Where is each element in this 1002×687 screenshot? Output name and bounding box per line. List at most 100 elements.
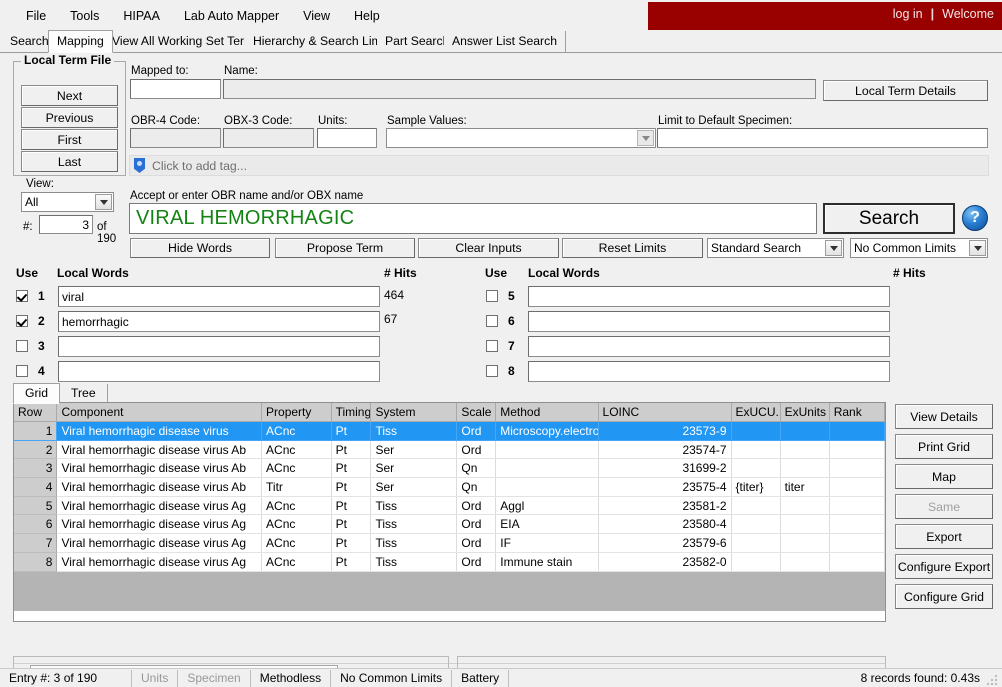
mapped-to-label: Mapped to: bbox=[131, 65, 189, 77]
menu-item-tools[interactable]: Tools bbox=[58, 7, 111, 25]
limit-default-specimen-input[interactable] bbox=[657, 128, 988, 148]
status-no-common-limits[interactable]: No Common Limits bbox=[331, 669, 453, 687]
menu-item-view[interactable]: View bbox=[291, 7, 342, 25]
propose-term-button[interactable]: Propose Term bbox=[275, 238, 415, 258]
clear-inputs-button[interactable]: Clear Inputs bbox=[418, 238, 559, 258]
local-term-details-button[interactable]: Local Term Details bbox=[823, 80, 988, 101]
local-words-header-right: Local Words bbox=[528, 266, 600, 280]
col-exucum[interactable]: ExUCU... bbox=[731, 403, 781, 422]
status-specimen[interactable]: Specimen bbox=[178, 669, 251, 687]
local-word-row-2: 2 hemorrhagic bbox=[14, 311, 384, 333]
table-row[interactable]: 1 Viral hemorrhagic disease virus ACnc Pt Ti… bbox=[14, 421, 885, 441]
tab-tree[interactable]: Tree bbox=[60, 384, 108, 403]
search-button[interactable]: Search bbox=[823, 203, 955, 234]
name-input[interactable] bbox=[223, 79, 816, 99]
configure-grid-button[interactable]: Configure Grid bbox=[895, 584, 993, 609]
last-button[interactable]: Last bbox=[21, 151, 118, 172]
cell-property: ACnc bbox=[261, 421, 332, 441]
map-button[interactable]: Map bbox=[895, 464, 993, 489]
col-property[interactable]: Property bbox=[261, 403, 332, 422]
next-button[interactable]: Next bbox=[21, 85, 118, 106]
local-word-input-3[interactable] bbox=[58, 336, 380, 357]
mapped-to-input[interactable] bbox=[130, 79, 221, 99]
local-word-input-8[interactable] bbox=[528, 361, 890, 382]
menu-bar: File Tools HIPAA Lab Auto Mapper View He… bbox=[0, 5, 648, 27]
use-checkbox-8[interactable] bbox=[486, 365, 498, 377]
tab-grid[interactable]: Grid bbox=[13, 383, 61, 404]
previous-button[interactable]: Previous bbox=[21, 107, 118, 128]
col-component[interactable]: Component bbox=[56, 403, 263, 422]
table-row[interactable]: 4 Viral hemorrhagic disease virus Ab Titr P… bbox=[14, 477, 885, 497]
local-word-input-2[interactable]: hemorrhagic bbox=[58, 311, 380, 332]
common-limits-select[interactable]: No Common Limits bbox=[850, 238, 988, 258]
table-row[interactable]: 8 Viral hemorrhagic disease virus Ag ACnc P… bbox=[14, 552, 885, 572]
col-loinc[interactable]: LOINC bbox=[598, 403, 732, 422]
menu-item-help[interactable]: Help bbox=[342, 7, 392, 25]
obx3-input[interactable] bbox=[223, 128, 314, 148]
reset-limits-button[interactable]: Reset Limits bbox=[562, 238, 703, 258]
results-grid[interactable]: Row Component Property Timing System Sca… bbox=[13, 402, 886, 622]
chevron-down-icon[interactable] bbox=[969, 240, 986, 256]
view-select[interactable]: All bbox=[21, 192, 114, 212]
welcome-link[interactable]: Welcome bbox=[942, 7, 994, 21]
use-checkbox-1[interactable] bbox=[16, 290, 28, 302]
status-battery[interactable]: Battery bbox=[452, 669, 510, 687]
status-records: 8 records found: 0.43s bbox=[860, 671, 980, 685]
entry-total-label: of 190 bbox=[97, 221, 117, 245]
local-word-input-1[interactable]: viral bbox=[58, 286, 380, 307]
status-methodless[interactable]: Methodless bbox=[251, 669, 332, 687]
chevron-down-icon[interactable] bbox=[95, 194, 112, 210]
col-scale[interactable]: Scale bbox=[456, 403, 497, 422]
cell-row: 7 bbox=[14, 533, 58, 553]
use-checkbox-2[interactable] bbox=[16, 315, 28, 327]
configure-export-button[interactable]: Configure Export bbox=[895, 554, 993, 579]
search-input[interactable]: VIRAL HEMORRHAGIC bbox=[129, 203, 817, 234]
table-row[interactable]: 6 Viral hemorrhagic disease virus Ag ACnc P… bbox=[14, 514, 885, 535]
use-checkbox-3[interactable] bbox=[16, 340, 28, 352]
export-button[interactable]: Export bbox=[895, 524, 993, 549]
use-checkbox-5[interactable] bbox=[486, 290, 498, 302]
sample-values-combo[interactable] bbox=[386, 128, 656, 148]
login-link[interactable]: log in bbox=[893, 7, 923, 21]
local-word-input-4[interactable] bbox=[58, 361, 380, 382]
col-exunits[interactable]: ExUnits bbox=[780, 403, 830, 422]
cell-exucum bbox=[731, 514, 781, 535]
menu-item-lab-auto-mapper[interactable]: Lab Auto Mapper bbox=[172, 7, 291, 25]
col-row[interactable]: Row bbox=[14, 403, 58, 422]
first-button[interactable]: First bbox=[21, 129, 118, 150]
cell-property: Titr bbox=[261, 477, 332, 497]
tab-mapping[interactable]: Mapping bbox=[48, 30, 113, 53]
cell-property: ACnc bbox=[261, 496, 332, 516]
entry-number-input[interactable]: 3 bbox=[39, 215, 93, 234]
chevron-down-icon[interactable] bbox=[637, 130, 654, 146]
tab-answer-list-search[interactable]: Answer List Search bbox=[444, 31, 566, 52]
table-row[interactable]: 5 Viral hemorrhagic disease virus Ag ACnc P… bbox=[14, 496, 885, 516]
add-tag-bar[interactable]: Click to add tag... bbox=[129, 155, 989, 176]
search-mode-select[interactable]: Standard Search bbox=[707, 238, 844, 258]
table-row[interactable]: 3 Viral hemorrhagic disease virus Ab ACnc P… bbox=[14, 458, 885, 479]
table-row[interactable]: 2 Viral hemorrhagic disease virus Ab ACnc P… bbox=[14, 440, 885, 460]
view-details-button[interactable]: View Details bbox=[895, 404, 993, 429]
resize-grip-icon[interactable] bbox=[987, 673, 999, 685]
menu-item-hipaa[interactable]: HIPAA bbox=[111, 7, 172, 25]
obr4-input[interactable] bbox=[130, 128, 221, 148]
table-row[interactable]: 7 Viral hemorrhagic disease virus Ag ACnc P… bbox=[14, 533, 885, 553]
cell-scale: Qn bbox=[456, 477, 497, 497]
col-rank[interactable]: Rank bbox=[829, 403, 885, 422]
col-timing[interactable]: Timing bbox=[331, 403, 372, 422]
hide-words-button[interactable]: Hide Words bbox=[130, 238, 270, 258]
status-units[interactable]: Units bbox=[132, 669, 179, 687]
print-grid-button[interactable]: Print Grid bbox=[895, 434, 993, 459]
units-input[interactable] bbox=[317, 128, 377, 148]
use-checkbox-4[interactable] bbox=[16, 365, 28, 377]
chevron-down-icon[interactable] bbox=[825, 240, 842, 256]
local-word-input-6[interactable] bbox=[528, 311, 890, 332]
use-checkbox-6[interactable] bbox=[486, 315, 498, 327]
local-word-input-5[interactable] bbox=[528, 286, 890, 307]
menu-item-file[interactable]: File bbox=[14, 7, 58, 25]
local-word-input-7[interactable] bbox=[528, 336, 890, 357]
help-icon[interactable]: ? bbox=[962, 205, 988, 231]
col-system[interactable]: System bbox=[370, 403, 458, 422]
col-method[interactable]: Method bbox=[495, 403, 599, 422]
use-checkbox-7[interactable] bbox=[486, 340, 498, 352]
